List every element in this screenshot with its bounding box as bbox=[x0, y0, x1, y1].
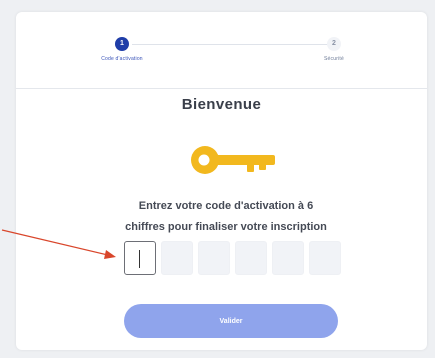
step-label-activation-code: Code d'activation bbox=[101, 56, 143, 62]
code-digit-6[interactable] bbox=[309, 241, 341, 275]
page: 1 Code d'activation 2 Sécurité Bienvenue… bbox=[0, 0, 435, 358]
code-digit-4[interactable] bbox=[235, 241, 267, 275]
code-digit-2[interactable] bbox=[161, 241, 193, 275]
activation-code-input bbox=[124, 241, 349, 277]
step-number-1: 1 bbox=[115, 37, 129, 51]
code-digit-3[interactable] bbox=[198, 241, 230, 275]
step-label-security: Sécurité bbox=[324, 56, 344, 62]
step-security: 2 Sécurité bbox=[274, 37, 394, 62]
text-caret bbox=[139, 250, 140, 268]
key-icon bbox=[191, 146, 275, 174]
code-digit-5[interactable] bbox=[272, 241, 304, 275]
stepper: 1 Code d'activation 2 Sécurité bbox=[16, 12, 427, 89]
page-title: Bienvenue bbox=[181, 96, 262, 113]
annotation-arrow-icon bbox=[1, 229, 116, 259]
step-number-2: 2 bbox=[327, 37, 341, 51]
activation-card: 1 Code d'activation 2 Sécurité Bienvenue… bbox=[16, 12, 427, 350]
step-activation-code: 1 Code d'activation bbox=[62, 37, 182, 62]
validate-button[interactable]: Valider bbox=[124, 304, 338, 338]
